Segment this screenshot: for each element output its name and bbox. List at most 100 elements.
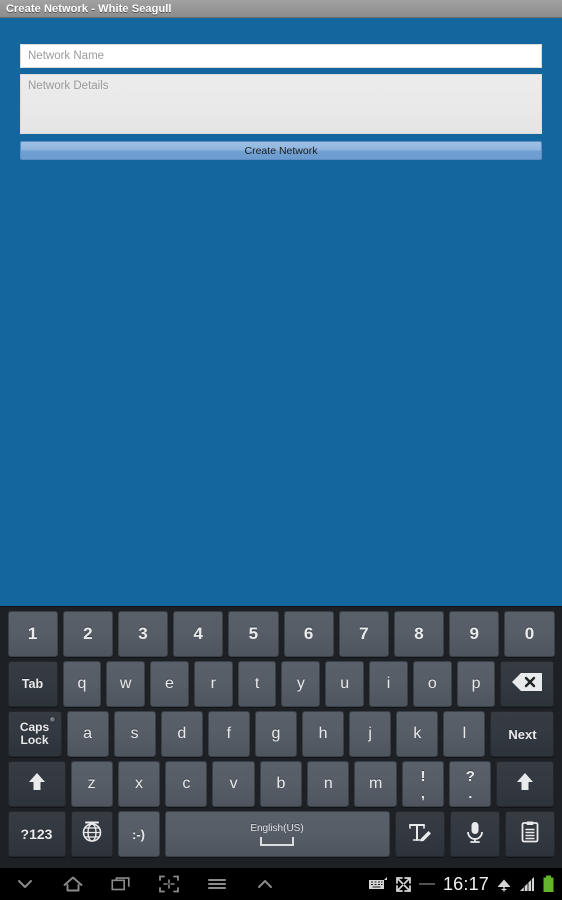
network-name-placeholder: Network Name <box>28 50 105 62</box>
key-backspace[interactable] <box>500 661 555 707</box>
expand-button[interactable] <box>254 873 276 895</box>
keyboard-row-qwerty: Tab q w e r t y u i o p <box>5 661 557 707</box>
key-o[interactable]: o <box>412 661 452 707</box>
hide-keyboard-button[interactable] <box>14 873 36 895</box>
key-handwriting[interactable] <box>394 811 445 857</box>
key-a[interactable]: a <box>66 711 109 757</box>
key-emoji[interactable]: :-) <box>117 811 160 857</box>
shift-up-arrow-icon <box>26 771 48 798</box>
cellular-signal-icon <box>519 876 535 892</box>
app-content: Network Name Network Details Create Netw… <box>0 18 562 606</box>
home-button[interactable] <box>62 873 84 895</box>
navigation-buttons <box>0 873 276 895</box>
handwriting-icon <box>407 820 433 849</box>
key-n[interactable]: n <box>307 761 350 807</box>
key-j[interactable]: j <box>349 711 392 757</box>
exclamation-glyph: ! <box>420 767 426 785</box>
key-b[interactable]: b <box>259 761 303 807</box>
key-d[interactable]: d <box>160 711 203 757</box>
key-exclamation-comma[interactable]: ! , <box>401 761 445 807</box>
key-k[interactable]: k <box>396 711 439 757</box>
caps-lock-line2: Lock <box>20 733 49 747</box>
window-title-bar: Create Network - White Seagull <box>0 0 562 18</box>
key-v[interactable]: v <box>212 761 255 807</box>
key-symbols[interactable]: ?123 <box>7 811 66 857</box>
key-s[interactable]: s <box>113 711 156 757</box>
on-screen-keyboard: 1 2 3 4 5 6 7 8 9 0 Tab q w e r t y u i … <box>0 606 562 868</box>
create-network-form: Network Name Network Details Create Netw… <box>0 18 562 160</box>
key-1[interactable]: 1 <box>7 611 58 657</box>
period-glyph: . <box>468 784 473 801</box>
wifi-icon <box>496 876 512 893</box>
key-next[interactable]: Next <box>490 711 555 757</box>
screen-capture-button[interactable] <box>158 873 180 895</box>
key-q[interactable]: q <box>62 661 102 707</box>
space-language-label: English(US) <box>250 822 304 834</box>
key-e[interactable]: e <box>150 661 189 707</box>
caps-lock-led-icon <box>48 716 56 723</box>
key-5[interactable]: 5 <box>228 611 279 657</box>
keyboard-row-function: ?123 :-) English(US) <box>5 811 557 857</box>
key-g[interactable]: g <box>254 711 298 757</box>
key-t[interactable]: t <box>237 661 277 707</box>
question-glyph: ? <box>465 767 475 785</box>
key-4[interactable]: 4 <box>173 611 224 657</box>
key-question-period-label: ? . <box>466 769 475 800</box>
globe-icon <box>80 820 104 849</box>
fullscreen-icon[interactable] <box>395 876 412 893</box>
key-u[interactable]: u <box>325 661 365 707</box>
key-tab[interactable]: Tab <box>7 661 58 707</box>
keyboard-row-numbers: 1 2 3 4 5 6 7 8 9 0 <box>5 611 557 657</box>
clipboard-icon <box>519 820 541 849</box>
network-details-input[interactable]: Network Details <box>20 74 542 134</box>
status-separator: — <box>418 875 435 892</box>
key-voice-input[interactable] <box>449 811 500 857</box>
key-language-switch[interactable] <box>70 811 113 857</box>
network-details-placeholder: Network Details <box>28 80 109 92</box>
keyboard-row-home: Caps Lock a s d f g h j k l Next <box>5 711 557 757</box>
space-bar-glyph-icon <box>260 836 294 846</box>
key-space[interactable]: English(US) <box>164 811 390 857</box>
create-network-button[interactable]: Create Network <box>20 141 542 160</box>
backspace-icon <box>511 672 543 697</box>
key-caps-lock[interactable]: Caps Lock <box>7 711 62 757</box>
key-clipboard[interactable] <box>504 811 555 857</box>
shift-up-arrow-icon <box>514 771 536 798</box>
key-i[interactable]: i <box>369 661 408 707</box>
key-exclamation-comma-label: ! , <box>420 769 425 800</box>
key-m[interactable]: m <box>354 761 397 807</box>
caps-lock-label: Caps Lock <box>20 721 49 747</box>
key-6[interactable]: 6 <box>283 611 334 657</box>
key-2[interactable]: 2 <box>62 611 113 657</box>
key-8[interactable]: 8 <box>393 611 445 657</box>
status-icons: — 16:17 <box>368 874 562 895</box>
menu-button[interactable] <box>206 873 228 895</box>
key-question-period[interactable]: ? . <box>449 761 492 807</box>
key-0[interactable]: 0 <box>504 611 555 657</box>
key-f[interactable]: f <box>207 711 250 757</box>
key-shift-right[interactable] <box>496 761 555 807</box>
key-y[interactable]: y <box>281 661 321 707</box>
recent-apps-button[interactable] <box>110 873 132 895</box>
key-w[interactable]: w <box>106 661 146 707</box>
battery-full-icon <box>542 875 555 893</box>
key-p[interactable]: p <box>456 661 496 707</box>
key-7[interactable]: 7 <box>338 611 389 657</box>
key-x[interactable]: x <box>117 761 161 807</box>
caps-lock-line1: Caps <box>19 720 50 734</box>
key-l[interactable]: l <box>443 711 486 757</box>
key-h[interactable]: h <box>302 711 345 757</box>
key-3[interactable]: 3 <box>117 611 169 657</box>
key-z[interactable]: z <box>70 761 113 807</box>
microphone-icon <box>464 820 486 849</box>
key-shift-left[interactable] <box>7 761 66 807</box>
system-bar: — 16:17 <box>0 868 562 900</box>
key-c[interactable]: c <box>165 761 208 807</box>
status-clock: 16:17 <box>442 873 489 894</box>
device-screen: Create Network - White Seagull Network N… <box>0 0 562 900</box>
key-9[interactable]: 9 <box>449 611 500 657</box>
network-name-input[interactable]: Network Name <box>20 44 542 68</box>
comma-glyph: , <box>421 784 425 801</box>
keyboard-icon[interactable] <box>368 876 388 892</box>
key-r[interactable]: r <box>193 661 233 707</box>
